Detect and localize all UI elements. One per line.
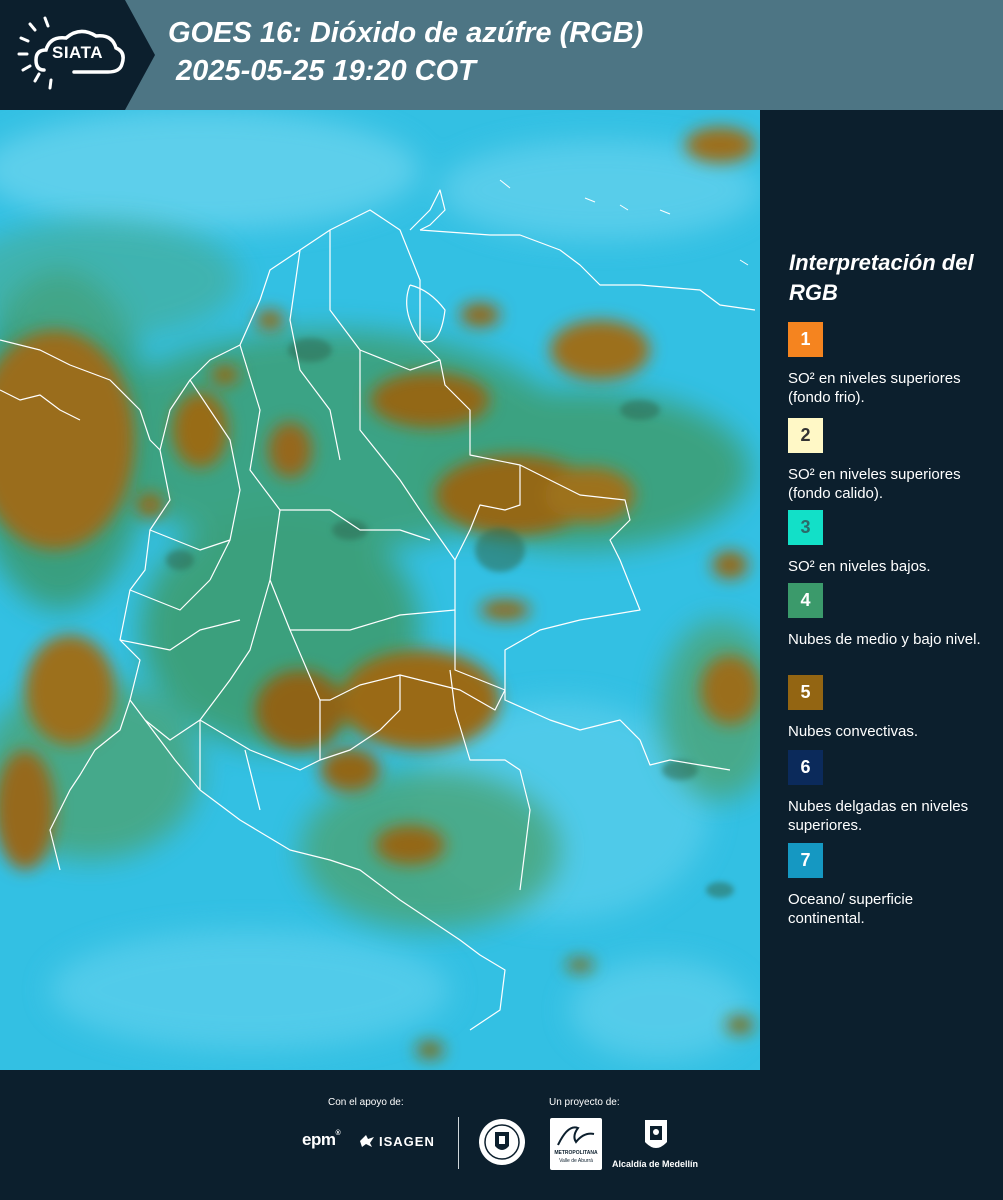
footer-divider — [458, 1117, 459, 1169]
alcaldia-shield-icon — [645, 1120, 667, 1148]
legend-item-2: 2 SO² en niveles superiores (fondo calido… — [788, 418, 993, 503]
legend-swatch: 6 — [788, 750, 823, 785]
legend-title: Interpretación del RGB — [789, 250, 974, 305]
support-label: Con el apoyo de: — [328, 1097, 404, 1108]
title-line-2: 2025-05-25 19:20 COT — [168, 55, 476, 87]
legend-item-4: 4 Nubes de medio y bajo nivel. — [788, 583, 993, 668]
legend-label: SO² en niveles superiores (fondo frio). — [788, 370, 961, 406]
epm-logo: epm® — [302, 1130, 341, 1149]
siata-logo: SIATA — [0, 0, 155, 110]
header: SIATA GOES 16: Dióxido de azúfre (RGB) 2… — [0, 0, 1003, 110]
legend-label: Nubes delgadas en niveles superiores. — [788, 798, 969, 834]
legend-panel: Interpretación del RGB 1 SO² en niveles s… — [760, 110, 1003, 1070]
legend-swatch: 1 — [788, 322, 823, 357]
legend-item-1: 1 SO² en niveles superiores (fondo frio). — [788, 322, 993, 407]
epm-logo-text: epm — [302, 1130, 336, 1149]
title-line-1: GOES 16: Dióxido de azúfre (RGB) — [168, 17, 644, 49]
legend-item-6: 6 Nubes delgadas en niveles superiores. — [788, 750, 993, 835]
legend-label: Nubes de medio y bajo nivel. — [788, 631, 981, 648]
isagen-logo-text: ISAGEN — [379, 1133, 435, 1149]
legend-swatch: 3 — [788, 510, 823, 545]
legend-swatch: 4 — [788, 583, 823, 618]
legend-item-5: 5 Nubes convectivas. — [788, 675, 993, 760]
so2-rgb-imagery — [0, 110, 760, 1070]
legend-swatch: 7 — [788, 843, 823, 878]
alcaldia-label: Alcaldía de Medellín — [612, 1159, 699, 1169]
university-seal-icon — [479, 1119, 525, 1165]
area-metro-line1: METROPOLITANA — [554, 1150, 598, 1156]
legend-swatch: 5 — [788, 675, 823, 710]
legend-label: Oceano/ superficie continental. — [788, 891, 914, 927]
satellite-map[interactable] — [0, 110, 760, 1070]
legend-swatch: 2 — [788, 418, 823, 453]
isagen-logo: ISAGEN — [358, 1133, 435, 1149]
area-metropolitana-icon — [557, 1126, 595, 1146]
page-title: GOES 16: Dióxido de azúfre (RGB) 2025-05… — [168, 14, 643, 90]
isagen-icon — [360, 1135, 374, 1147]
legend-item-7: 7 Oceano/ superficie continental. — [788, 843, 993, 928]
logo-text: SIATA — [52, 43, 103, 62]
area-metropolitana-logo: METROPOLITANA Valle de Aburrá — [550, 1118, 602, 1170]
footer: Con el apoyo de: Un proyecto de: epm® IS… — [0, 1070, 1003, 1200]
project-label: Un proyecto de: — [549, 1097, 620, 1108]
area-metro-line2: Valle de Aburrá — [559, 1158, 593, 1164]
legend-label: SO² en niveles superiores (fondo calido)… — [788, 466, 961, 502]
